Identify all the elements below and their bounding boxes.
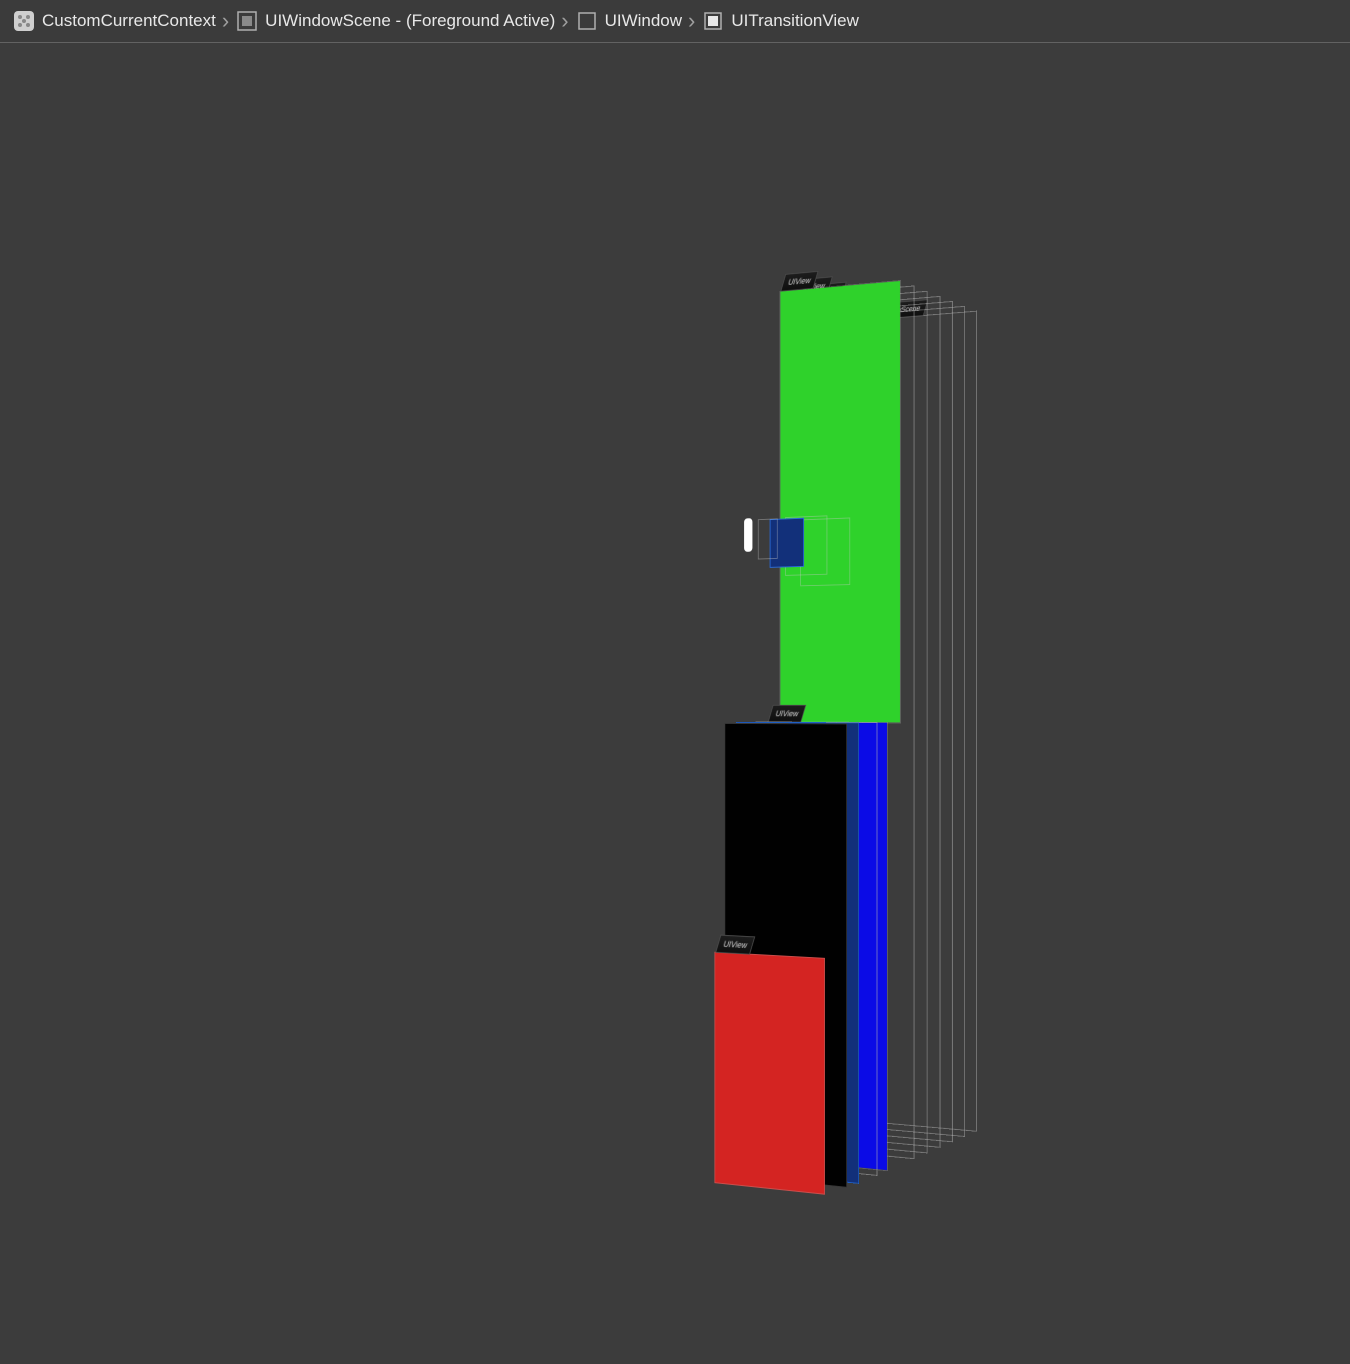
chevron-right-icon: › [684, 8, 699, 34]
breadcrumb-item[interactable]: UIWindowScene - (Foreground Active) [233, 9, 557, 33]
app-icon [12, 9, 36, 33]
chevron-right-icon: › [218, 8, 233, 34]
layer-mid-4[interactable] [758, 518, 778, 559]
breadcrumb-bar: CustomCurrentContext›UIWindowScene - (Fo… [0, 0, 1350, 43]
layer-red[interactable]: UIView [714, 952, 825, 1195]
scene-icon [235, 9, 259, 33]
layer-green[interactable]: UIView [780, 280, 901, 723]
view-debugger-canvas[interactable]: UIWindowScene UIView UIView UIView UIVie… [0, 43, 1350, 1364]
breadcrumb-item[interactable]: UITransitionView [699, 9, 861, 33]
breadcrumb-label: UITransitionView [731, 11, 859, 31]
view-icon [701, 9, 725, 33]
breadcrumb-item[interactable]: CustomCurrentContext [10, 9, 218, 33]
breadcrumb-label: CustomCurrentContext [42, 11, 216, 31]
layer-label: UIView [768, 705, 807, 723]
chevron-right-icon: › [557, 8, 572, 34]
green-fill [780, 281, 900, 723]
breadcrumb-item[interactable]: UIWindow [573, 9, 684, 33]
breadcrumb-label: UIWindowScene - (Foreground Active) [265, 11, 555, 31]
layer-label: UIView [715, 935, 755, 955]
breadcrumb-label: UIWindow [605, 11, 682, 31]
layer-label: UIView [780, 271, 818, 292]
layer-mid-5[interactable] [744, 518, 752, 552]
window-icon [575, 9, 599, 33]
